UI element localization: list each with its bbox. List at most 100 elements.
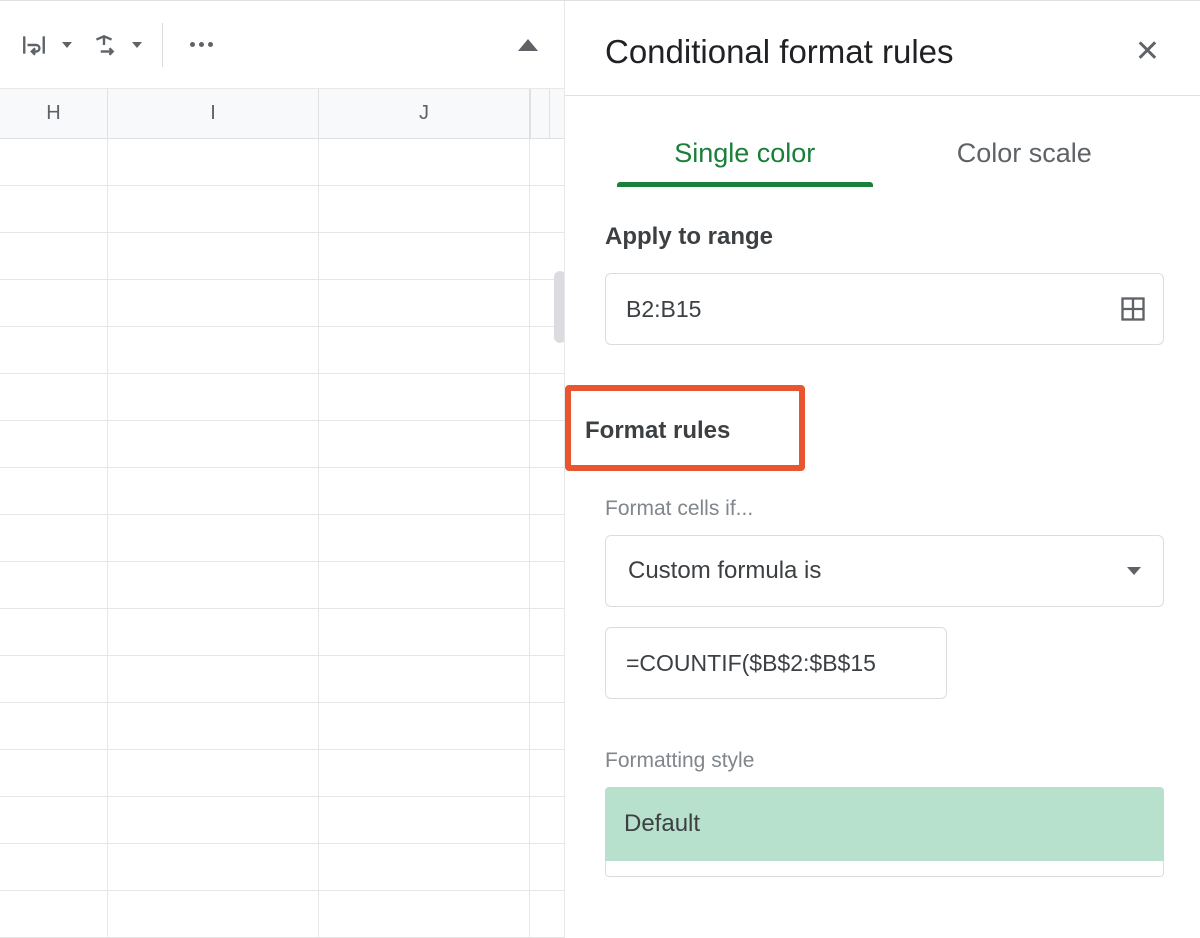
cell[interactable] [108,327,319,373]
cell[interactable] [0,562,108,608]
cell[interactable] [319,656,530,702]
row-gutter [530,233,550,279]
chevron-down-icon [1127,567,1141,575]
cell[interactable] [319,797,530,843]
cell[interactable] [108,421,319,467]
cell[interactable] [319,750,530,796]
grid-row [0,609,564,656]
cell[interactable] [108,233,319,279]
cell[interactable] [0,374,108,420]
cell[interactable] [319,374,530,420]
grid-row [0,844,564,891]
grid-row [0,280,564,327]
row-gutter [530,656,550,702]
toolbar-more-button[interactable] [183,27,219,63]
cell[interactable] [108,797,319,843]
column-header[interactable]: H [0,89,108,138]
cell[interactable] [319,609,530,655]
apply-range-field[interactable] [605,273,1164,345]
custom-formula-text: =COUNTIF($B$2:$B$15 [626,650,876,677]
conditional-format-panel: Conditional format rules ✕ Single color … [565,1,1200,938]
tab-color-scale[interactable]: Color scale [885,128,1165,185]
cell[interactable] [0,468,108,514]
cell[interactable] [108,468,319,514]
format-cells-if-label: Format cells if... [605,497,1164,521]
row-gutter [530,844,550,890]
format-rules-title: Format rules [585,417,785,445]
row-gutter [530,609,550,655]
tab-label: Color scale [957,138,1092,168]
apply-range-input[interactable] [626,296,1119,323]
tab-single-color[interactable]: Single color [605,128,885,185]
cell[interactable] [108,374,319,420]
row-gutter [530,703,550,749]
cell[interactable] [108,703,319,749]
cell[interactable] [108,891,319,937]
grid-row [0,327,564,374]
vertical-scrollbar-thumb[interactable] [554,271,564,343]
cell[interactable] [108,656,319,702]
cell[interactable] [319,891,530,937]
cell[interactable] [108,844,319,890]
formatting-style-preview[interactable]: Default [605,787,1164,877]
cell[interactable] [0,515,108,561]
custom-formula-field[interactable]: =COUNTIF($B$2:$B$15 [605,627,947,699]
cell[interactable] [0,280,108,326]
cell[interactable] [319,233,530,279]
cell[interactable] [0,609,108,655]
cell[interactable] [0,703,108,749]
cell[interactable] [108,609,319,655]
text-wrap-icon [21,32,47,58]
cell[interactable] [0,233,108,279]
row-gutter [530,891,550,937]
cell[interactable] [0,139,108,185]
cell[interactable] [319,280,530,326]
cell[interactable] [108,186,319,232]
row-gutter [530,186,550,232]
cell[interactable] [319,186,530,232]
cell[interactable] [319,327,530,373]
grid-row [0,468,564,515]
cell[interactable] [0,421,108,467]
chevron-up-icon [518,39,538,51]
formatting-style-title: Formatting style [605,749,1164,773]
cell[interactable] [0,891,108,937]
cell[interactable] [319,421,530,467]
column-header[interactable]: J [319,89,530,138]
column-header[interactable]: I [108,89,319,138]
toolbar-collapse-button[interactable] [504,21,552,69]
text-wrap-button[interactable] [16,27,52,63]
close-panel-button[interactable]: ✕ [1131,31,1164,73]
cell[interactable] [319,139,530,185]
cell[interactable] [0,797,108,843]
row-gutter [530,374,550,420]
text-rotation-icon [91,32,117,58]
text-rotation-button[interactable] [86,27,122,63]
grid-row [0,421,564,468]
tab-label: Single color [674,138,815,168]
select-range-button[interactable] [1119,295,1147,323]
column-header-label: J [419,102,429,125]
cell[interactable] [108,280,319,326]
cell[interactable] [108,562,319,608]
grid-row [0,515,564,562]
cell[interactable] [0,750,108,796]
cell[interactable] [0,186,108,232]
cell[interactable] [0,656,108,702]
cell[interactable] [319,515,530,561]
cells-grid[interactable] [0,139,564,938]
grid-row [0,750,564,797]
condition-dropdown[interactable]: Custom formula is [605,535,1164,607]
caret-down-icon[interactable] [62,42,72,48]
cell[interactable] [319,562,530,608]
caret-down-icon[interactable] [132,42,142,48]
cell[interactable] [0,327,108,373]
cell[interactable] [108,139,319,185]
cell[interactable] [0,844,108,890]
apply-range-title: Apply to range [605,223,1164,251]
cell[interactable] [108,515,319,561]
cell[interactable] [108,750,319,796]
cell[interactable] [319,703,530,749]
cell[interactable] [319,468,530,514]
cell[interactable] [319,844,530,890]
